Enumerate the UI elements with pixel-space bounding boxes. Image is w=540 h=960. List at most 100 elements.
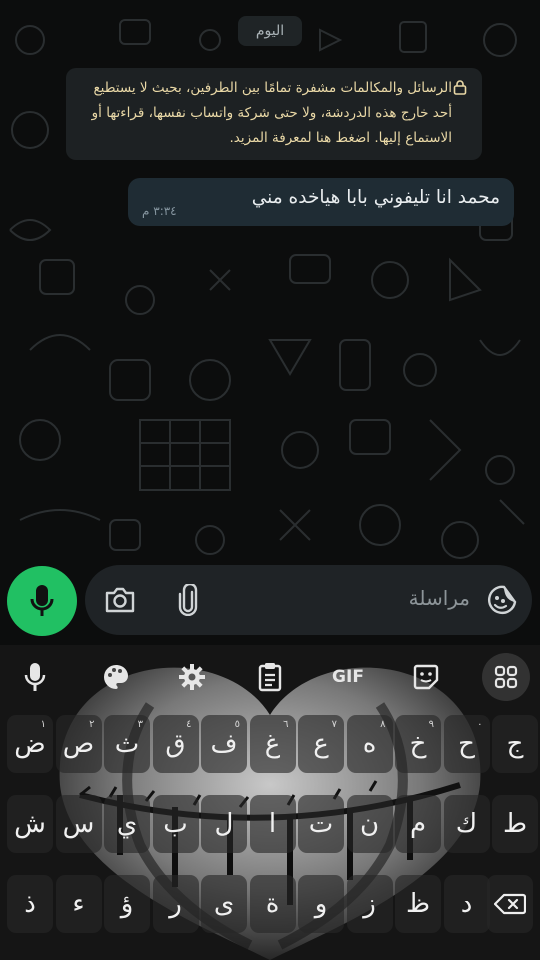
key[interactable]: ش <box>7 795 53 853</box>
key-hint: ١ <box>40 719 46 730</box>
key[interactable]: ز <box>346 875 393 933</box>
key-label: ث <box>114 729 140 759</box>
key-label: ر <box>169 889 182 919</box>
key[interactable]: ا <box>249 795 296 853</box>
key[interactable]: ظ <box>395 875 441 933</box>
voice-record-button[interactable] <box>7 566 77 636</box>
encryption-notice-text: الرسائل والمكالمات مشفرة تمامًا بين الطر… <box>91 80 452 146</box>
key-label: غ <box>264 729 281 759</box>
key-label: ن <box>359 809 380 839</box>
attach-button[interactable] <box>170 582 206 618</box>
key-label: د <box>460 889 473 919</box>
key[interactable]: ت <box>298 795 344 853</box>
key-label: ل <box>214 809 234 839</box>
key[interactable]: ح٠ <box>443 715 490 773</box>
message-text: محمد انا تليفوني بابا هياخده مني <box>251 187 500 208</box>
key-label: ت <box>308 809 334 839</box>
keyboard[interactable]: GIF ض١ص٢ث٣ق٤ف٥غ٦ع٧ه٨خ٩ح٠جشسيبلاتنمكطذءؤر… <box>0 645 540 960</box>
clipboard-icon <box>258 663 282 692</box>
key[interactable]: ث٣ <box>104 715 150 773</box>
key-label: ك <box>455 809 478 839</box>
key-hint: ٤ <box>186 719 192 730</box>
key[interactable]: خ٩ <box>395 715 441 773</box>
key[interactable]: ع٧ <box>298 715 344 773</box>
key-hint: ٨ <box>380 719 386 730</box>
lock-icon <box>453 80 467 95</box>
sticker-button[interactable] <box>406 657 446 697</box>
apps-button[interactable] <box>482 653 530 701</box>
key-label: ا <box>268 809 277 839</box>
key[interactable]: ؤ <box>104 875 150 933</box>
key-hint: ٧ <box>331 719 337 730</box>
settings-button[interactable] <box>172 657 212 697</box>
key[interactable]: ج <box>492 715 538 773</box>
key[interactable]: ل <box>201 795 247 853</box>
key-label: ي <box>116 809 138 839</box>
key-label: ض <box>14 729 46 759</box>
key[interactable]: ب <box>152 795 199 853</box>
camera-icon <box>105 587 135 613</box>
theme-button[interactable] <box>96 657 136 697</box>
key-label: و <box>314 889 328 919</box>
date-chip: اليوم <box>238 16 302 46</box>
key[interactable]: ق٤ <box>152 715 199 773</box>
key-label: ف <box>210 729 238 759</box>
key-label: ة <box>265 889 280 919</box>
key[interactable]: ر <box>152 875 199 933</box>
key[interactable]: غ٦ <box>249 715 296 773</box>
clipboard-button[interactable] <box>250 657 290 697</box>
key[interactable]: ن <box>346 795 393 853</box>
sticker-smile-icon <box>488 585 517 615</box>
encryption-notice[interactable]: الرسائل والمكالمات مشفرة تمامًا بين الطر… <box>66 68 482 160</box>
camera-button[interactable] <box>102 582 138 618</box>
key-hint: ٠ <box>477 719 483 730</box>
sticker-icon <box>413 664 439 690</box>
key-label: ق <box>165 729 186 759</box>
key-label: ى <box>213 889 235 919</box>
key-label: ط <box>502 809 528 839</box>
key-label: ز <box>363 889 376 919</box>
key[interactable]: ى <box>201 875 247 933</box>
backspace-key[interactable] <box>487 875 533 933</box>
gear-icon <box>179 664 205 690</box>
key-hint: ٣ <box>137 719 143 730</box>
palette-icon <box>104 665 128 689</box>
key[interactable]: و <box>298 875 344 933</box>
key-hint: ٩ <box>428 719 434 730</box>
key-label: خ <box>409 729 427 759</box>
key-hint: ٦ <box>283 719 289 730</box>
key-label: ج <box>506 729 524 759</box>
key-label: ب <box>163 809 188 839</box>
key[interactable]: د <box>443 875 490 933</box>
message-time: ٣:٣٤ م <box>142 204 177 218</box>
key[interactable]: س <box>55 795 102 853</box>
key-label: س <box>62 809 95 839</box>
key-label: ؤ <box>120 889 134 919</box>
gif-button[interactable]: GIF <box>326 657 370 697</box>
key[interactable]: ف٥ <box>201 715 247 773</box>
chat-area[interactable]: اليوم الرسائل والمكالمات مشفرة تمامًا بي… <box>0 0 540 645</box>
key-label: ظ <box>405 889 431 919</box>
incoming-message[interactable]: محمد انا تليفوني بابا هياخده مني ٣:٣٤ م <box>128 178 514 226</box>
message-composer[interactable]: مراسلة <box>85 565 532 635</box>
key-label: ه <box>362 729 377 759</box>
key[interactable]: م <box>395 795 441 853</box>
key[interactable]: ص٢ <box>55 715 102 773</box>
key[interactable]: ه٨ <box>346 715 393 773</box>
message-input[interactable]: مراسلة <box>409 586 470 610</box>
key[interactable]: ذ <box>7 875 53 933</box>
key[interactable]: ء <box>55 875 102 933</box>
key-hint: ٢ <box>89 719 95 730</box>
key-label: ذ <box>24 889 36 919</box>
keyboard-voice-button[interactable] <box>15 657 55 697</box>
key[interactable]: ة <box>249 875 296 933</box>
paperclip-icon <box>178 584 198 616</box>
key[interactable]: ط <box>492 795 538 853</box>
key[interactable]: ي <box>104 795 150 853</box>
key[interactable]: ك <box>443 795 490 853</box>
key[interactable]: ض١ <box>7 715 53 773</box>
key-hint: ٥ <box>234 719 240 730</box>
key-label: م <box>409 809 427 839</box>
grid-icon <box>494 665 518 689</box>
emoji-button[interactable] <box>484 582 520 618</box>
